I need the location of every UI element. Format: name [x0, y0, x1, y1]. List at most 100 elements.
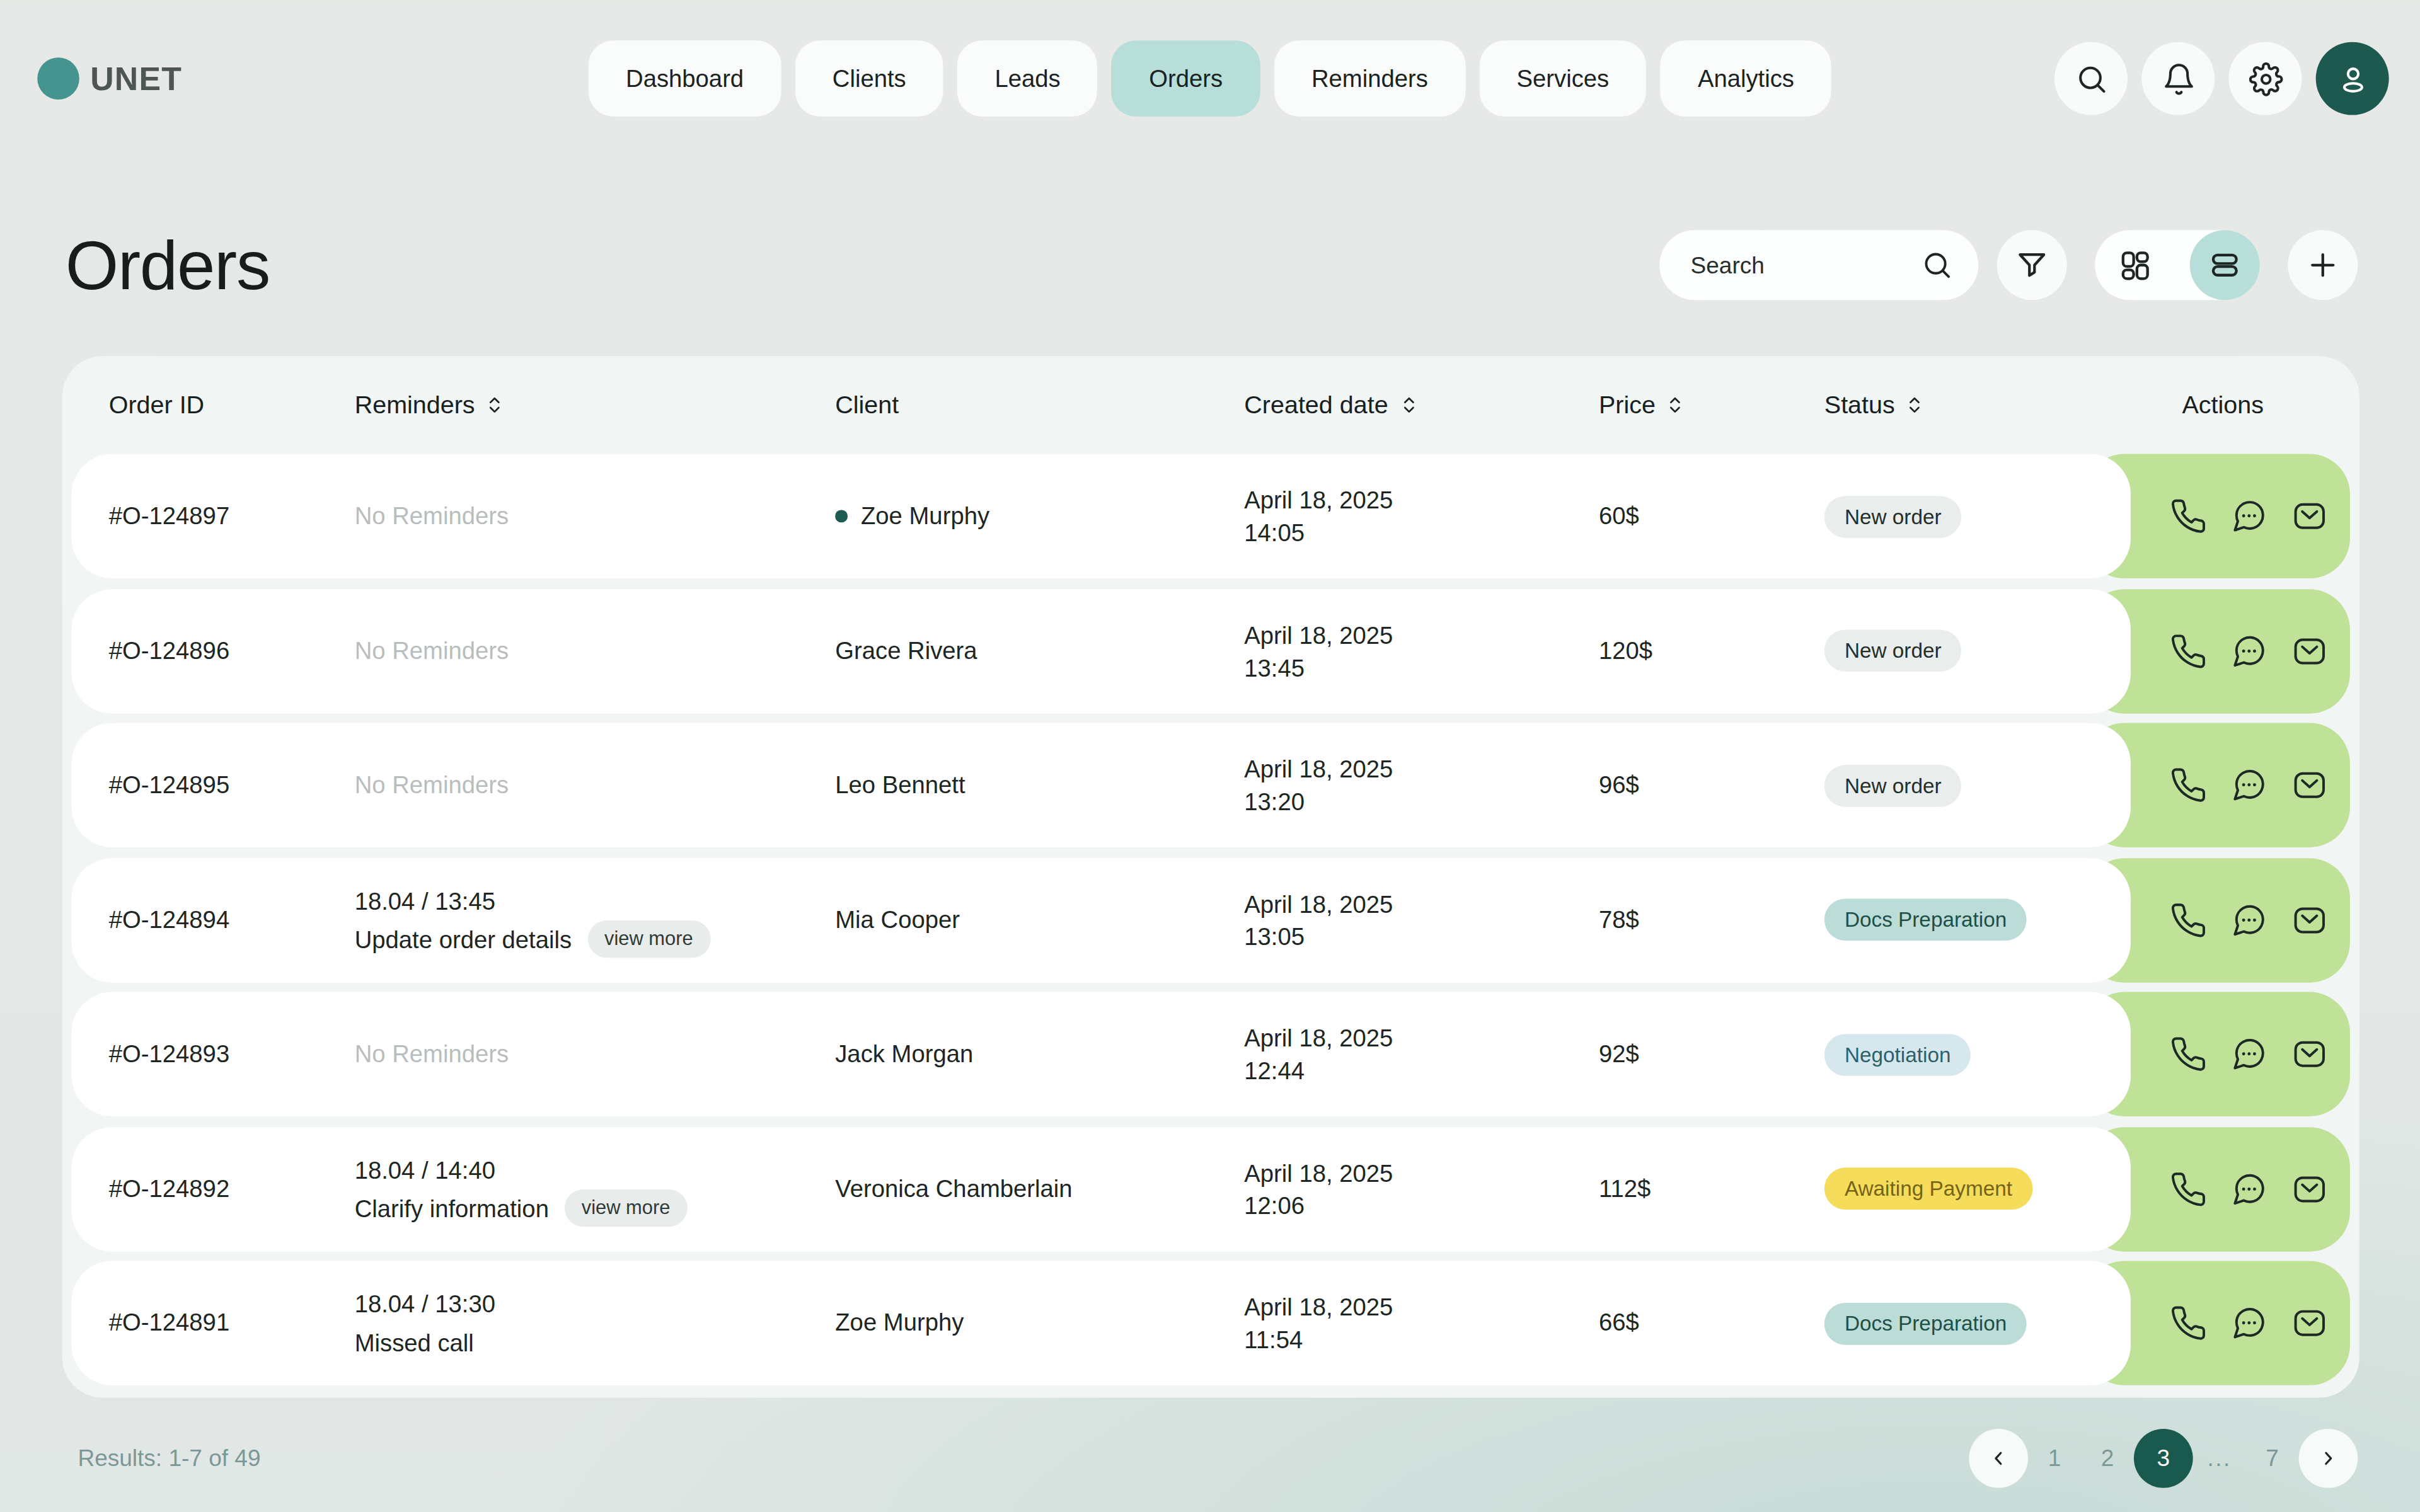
created-time: 12:06	[1244, 1189, 1305, 1222]
order-id: #O-124891	[109, 1261, 229, 1385]
email-button[interactable]	[2291, 767, 2328, 804]
email-button[interactable]	[2291, 1036, 2328, 1073]
next-page-button[interactable]	[2299, 1428, 2358, 1487]
price-cell: 92$	[1599, 992, 1639, 1116]
order-id: #O-124892	[109, 1126, 229, 1251]
status-badge: New order	[1824, 764, 1962, 806]
call-button[interactable]	[2170, 901, 2207, 938]
created-date: April 18, 2025	[1244, 1156, 1393, 1189]
call-button[interactable]	[2170, 1305, 2207, 1342]
row-main: #O-124894 18.04 / 13:45 Update order det…	[72, 857, 2131, 982]
email-button[interactable]	[2291, 498, 2328, 535]
sort-icon[interactable]	[1907, 393, 1923, 416]
chat-button[interactable]	[2230, 498, 2267, 535]
search-icon[interactable]	[1921, 249, 1954, 282]
chat-button[interactable]	[2230, 767, 2267, 804]
orders-table-card: Order ID Reminders Client Created date P…	[62, 356, 2360, 1397]
chat-button[interactable]	[2230, 1036, 2267, 1073]
created-date-cell: April 18, 2025 13:45	[1244, 588, 1393, 713]
client-cell: Zoe Murphy	[835, 454, 989, 578]
add-order-button[interactable]	[2288, 230, 2358, 300]
call-button[interactable]	[2170, 498, 2207, 535]
price-cell: 112$	[1599, 1126, 1651, 1251]
nav-item-services[interactable]: Services	[1479, 40, 1646, 117]
reminders-cell: No Reminders	[355, 992, 509, 1116]
order-id: #O-124897	[109, 454, 229, 578]
email-button[interactable]	[2291, 901, 2328, 938]
chat-button[interactable]	[2230, 1170, 2267, 1207]
table-row: #O-124895 No Reminders Leo Bennett April…	[72, 723, 2350, 847]
column-header-status: Status	[1824, 356, 1923, 454]
phone-icon	[2170, 632, 2207, 669]
page-number[interactable]: 3	[2134, 1428, 2193, 1487]
chat-button[interactable]	[2230, 1305, 2267, 1342]
nav-item-orders[interactable]: Orders	[1112, 40, 1260, 117]
client-cell: Veronica Chamberlain	[835, 1126, 1072, 1251]
page-number[interactable]: 7	[2246, 1428, 2299, 1487]
sort-icon[interactable]	[1668, 393, 1684, 416]
created-date: April 18, 2025	[1244, 1290, 1393, 1323]
nav-item-analytics[interactable]: Analytics	[1661, 40, 1832, 117]
client-name: Zoe Murphy	[861, 502, 989, 530]
chat-icon	[2230, 1036, 2267, 1073]
page-number[interactable]: 1	[2028, 1428, 2081, 1487]
email-button[interactable]	[2291, 1305, 2328, 1342]
reminder-text: Missed call	[355, 1323, 474, 1362]
main-nav: Dashboard Clients Leads Orders Reminders…	[589, 40, 1831, 117]
table-body: #O-124897 No Reminders Zoe Murphy April …	[62, 454, 2360, 1385]
nav-item-clients[interactable]: Clients	[795, 40, 943, 117]
view-more-button[interactable]: view more	[565, 1189, 688, 1227]
status-cell: Negotiation	[1824, 992, 1971, 1116]
chat-button[interactable]	[2230, 901, 2267, 938]
column-header-client: Client	[835, 356, 899, 454]
created-time: 12:44	[1244, 1054, 1305, 1087]
grid-view-button[interactable]	[2095, 230, 2172, 300]
results-count: Results: 1-7 of 49	[78, 1445, 260, 1471]
avatar-button[interactable]	[2316, 42, 2389, 115]
client-cell: Mia Cooper	[835, 857, 960, 982]
created-time: 13:05	[1244, 920, 1305, 953]
nav-item-reminders[interactable]: Reminders	[1274, 40, 1465, 117]
sort-icon[interactable]	[487, 393, 503, 416]
topbar: UNET Dashboard Clients Leads Orders Remi…	[0, 0, 2420, 157]
page-ellipsis[interactable]: ...	[2193, 1428, 2246, 1487]
order-id: #O-124893	[109, 992, 229, 1116]
client-status-dot	[835, 510, 847, 522]
notifications-button[interactable]	[2141, 42, 2215, 115]
created-date-cell: April 18, 2025 13:05	[1244, 857, 1393, 982]
email-button[interactable]	[2291, 632, 2328, 669]
column-header-order-id: Order ID	[109, 356, 204, 454]
call-button[interactable]	[2170, 767, 2207, 804]
reminder: 18.04 / 14:40 Clarify information view m…	[355, 1150, 688, 1227]
table-row: #O-124896 No Reminders Grace Rivera Apri…	[72, 588, 2350, 713]
status-badge: Docs Preparation	[1824, 1302, 2027, 1344]
row-main: #O-124892 18.04 / 14:40 Clarify informat…	[72, 1126, 2131, 1251]
client-name: Mia Cooper	[835, 906, 960, 934]
page-number[interactable]: 2	[2081, 1428, 2134, 1487]
settings-button[interactable]	[2228, 42, 2302, 115]
brand-logo[interactable]: UNET	[37, 57, 182, 100]
email-button[interactable]	[2291, 1170, 2328, 1207]
created-date: April 18, 2025	[1244, 484, 1393, 517]
reminders-cell: No Reminders	[355, 588, 509, 713]
call-button[interactable]	[2170, 1036, 2207, 1073]
prev-page-button[interactable]	[1969, 1428, 2028, 1487]
search-box	[1659, 230, 1978, 300]
nav-item-leads[interactable]: Leads	[957, 40, 1098, 117]
call-button[interactable]	[2170, 632, 2207, 669]
filter-button[interactable]	[1997, 230, 2067, 300]
chat-button[interactable]	[2230, 632, 2267, 669]
call-button[interactable]	[2170, 1170, 2207, 1207]
phone-icon	[2170, 767, 2207, 804]
brand-name: UNET	[90, 60, 182, 97]
client-cell: Jack Morgan	[835, 992, 973, 1116]
created-date: April 18, 2025	[1244, 887, 1393, 920]
view-toggle	[2095, 230, 2260, 300]
page-title: Orders	[66, 226, 270, 304]
search-button[interactable]	[2054, 42, 2128, 115]
nav-item-dashboard[interactable]: Dashboard	[589, 40, 781, 117]
sort-icon[interactable]	[1400, 393, 1416, 416]
view-more-button[interactable]: view more	[587, 920, 710, 958]
reminder-text: Clarify information	[355, 1189, 549, 1228]
list-view-button[interactable]	[2190, 230, 2260, 300]
